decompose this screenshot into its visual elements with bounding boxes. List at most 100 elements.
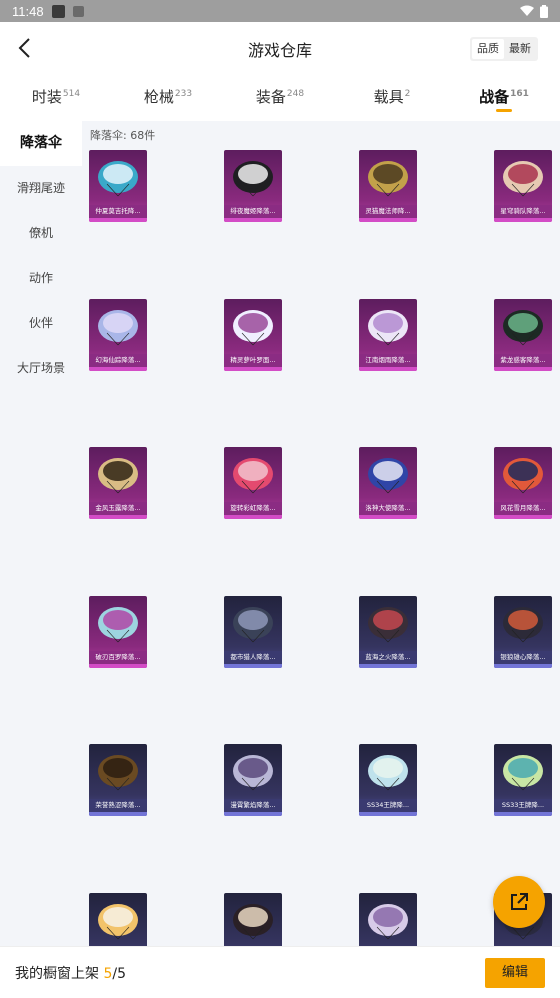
edit-button[interactable]: 编辑 [485, 958, 545, 988]
rarity-strip [494, 218, 552, 222]
rarity-strip [224, 218, 282, 222]
sort-option-quality[interactable]: 品质 [472, 39, 504, 59]
parachute-image [368, 755, 408, 791]
rarity-strip [494, 663, 552, 668]
tab-0[interactable]: 时装514 [0, 78, 112, 120]
parachute-card[interactable]: 紫龙惑客降落... [494, 298, 552, 371]
tab-1[interactable]: 枪械233 [112, 78, 224, 120]
parachute-card[interactable]: 江南烟雨降落... [359, 298, 417, 371]
status-bar: 11:48 [0, 0, 560, 22]
page-title: 游戏仓库 [247, 41, 312, 60]
sidebar-item-5[interactable]: 大厅场景 [0, 346, 82, 391]
parachute-card[interactable]: 风花雪月降落... [494, 447, 552, 519]
parachute-name: 精灵萝叶罗面... [224, 353, 282, 367]
parachute-image [233, 458, 273, 494]
parachute-image [98, 161, 138, 197]
item-grid-panel: 降落伞: 68件 仲夏莫吉托降... 绯夜魔姬降落... 灵猫魔法师降... 星穹骑队… [82, 121, 560, 951]
parachute-name: SS33王牌降... [494, 799, 552, 812]
rarity-strip [494, 812, 552, 816]
rarity-strip [494, 366, 552, 371]
parachute-image [503, 309, 543, 345]
status-time: 11:48 [12, 3, 44, 19]
back-arrow-icon[interactable] [14, 36, 38, 60]
showcase-footer: 我的橱窗上架 5/5 编辑 [0, 946, 560, 998]
share-button[interactable] [493, 876, 545, 928]
sidebar-item-1[interactable]: 滑翔尾迹 [0, 166, 82, 211]
parachute-image [368, 458, 408, 494]
parachute-card[interactable]: 精灵萝叶罗面... [224, 298, 282, 371]
sort-option-newest[interactable]: 最新 [504, 39, 536, 59]
parachute-image [368, 903, 408, 939]
tab-label: 装备 [255, 88, 286, 106]
showcase-label: 我的橱窗上架 5/5 [15, 963, 126, 983]
parachute-name: 绯夜魔姬降落... [224, 205, 282, 218]
showcase-label-text: 我的橱窗上架 [15, 965, 99, 982]
parachute-image [503, 458, 543, 494]
parachute-card[interactable]: 荣誉熟涩降落... [89, 744, 147, 816]
rarity-strip [359, 218, 417, 222]
parachute-name: 破刃百罗降落... [89, 650, 147, 664]
parachute-card[interactable]: 旋转彩虹降落... [224, 447, 282, 519]
parachute-image [368, 161, 408, 197]
parachute-image [98, 903, 138, 939]
parachute-name: 都市猎人降落... [224, 650, 282, 664]
category-tabs: 时装514 枪械233 装备248 载具2 战备161 [0, 78, 560, 120]
parachute-card[interactable]: 绯夜魔姬降落... [224, 150, 282, 222]
sidebar-item-0[interactable]: 降落伞 [0, 121, 82, 166]
parachute-card[interactable]: 蓝海之火降落... [359, 595, 417, 668]
showcase-total: 5 [117, 965, 127, 982]
parachute-image [233, 606, 273, 642]
parachute-name: 紫龙惑客降落... [494, 353, 552, 367]
parachute-image [98, 309, 138, 345]
tab-label: 枪械 [143, 88, 174, 106]
parachute-card[interactable]: 仲夏莫吉托降... [89, 150, 147, 222]
parachute-name: SS34王牌降... [359, 799, 417, 812]
parachute-image [233, 755, 273, 791]
parachute-card[interactable]: SS34王牌降... [359, 744, 417, 816]
rarity-strip [224, 366, 282, 371]
notification-icon [51, 4, 65, 18]
sidebar-item-3[interactable]: 动作 [0, 256, 82, 301]
parachute-card[interactable]: 漫霄繁焰降落... [224, 744, 282, 816]
tab-3[interactable]: 载具2 [336, 78, 448, 120]
rarity-strip [359, 663, 417, 668]
tab-count: 2 [404, 89, 411, 99]
parachute-card[interactable]: 都市猎人降落... [224, 595, 282, 668]
parachute-name: 仲夏莫吉托降... [89, 205, 147, 218]
parachute-card[interactable]: 灵猫魔法师降... [359, 150, 417, 222]
tab-2[interactable]: 装备248 [224, 78, 336, 120]
app-header: 游戏仓库 品质 最新 [0, 22, 560, 76]
tab-4[interactable]: 战备161 [448, 78, 560, 120]
rarity-strip [89, 366, 147, 371]
parachute-image [503, 606, 543, 642]
rarity-strip [359, 515, 417, 519]
parachute-name: 江南烟雨降落... [359, 353, 417, 367]
parachute-image [233, 903, 273, 939]
parachute-card[interactable]: 星穹骑队降落... [494, 150, 552, 222]
sidebar: 降落伞 滑翔尾迹 僚机 动作 伙伴 大厅场景 [0, 121, 82, 951]
parachute-card[interactable] [89, 892, 147, 951]
tab-count: 161 [510, 89, 529, 99]
rarity-strip [494, 515, 552, 519]
parachute-card[interactable] [224, 892, 282, 951]
sidebar-item-2[interactable]: 僚机 [0, 211, 82, 256]
share-icon [511, 893, 528, 910]
parachute-card[interactable]: 洛神大使降落... [359, 447, 417, 519]
parachute-card[interactable] [359, 892, 417, 951]
parachute-card[interactable]: 银狼雄心降落... [494, 595, 552, 668]
rarity-strip [224, 663, 282, 668]
parachute-card[interactable]: 破刃百罗降落... [89, 595, 147, 668]
wifi-icon [520, 5, 534, 16]
rarity-strip [224, 515, 282, 519]
parachute-card[interactable]: SS33王牌降... [494, 744, 552, 816]
parachute-name: 荣誉熟涩降落... [89, 799, 147, 812]
tab-label: 时装 [31, 88, 62, 106]
parachute-card[interactable]: 金风玉露降落... [89, 447, 147, 519]
rarity-strip [359, 366, 417, 371]
parachute-image [98, 755, 138, 791]
app-notification-icon [72, 5, 84, 17]
rarity-strip [359, 812, 417, 816]
parachute-card[interactable]: 幻海仙踪降落... [89, 298, 147, 371]
tab-count: 233 [174, 89, 193, 99]
sidebar-item-4[interactable]: 伙伴 [0, 301, 82, 346]
